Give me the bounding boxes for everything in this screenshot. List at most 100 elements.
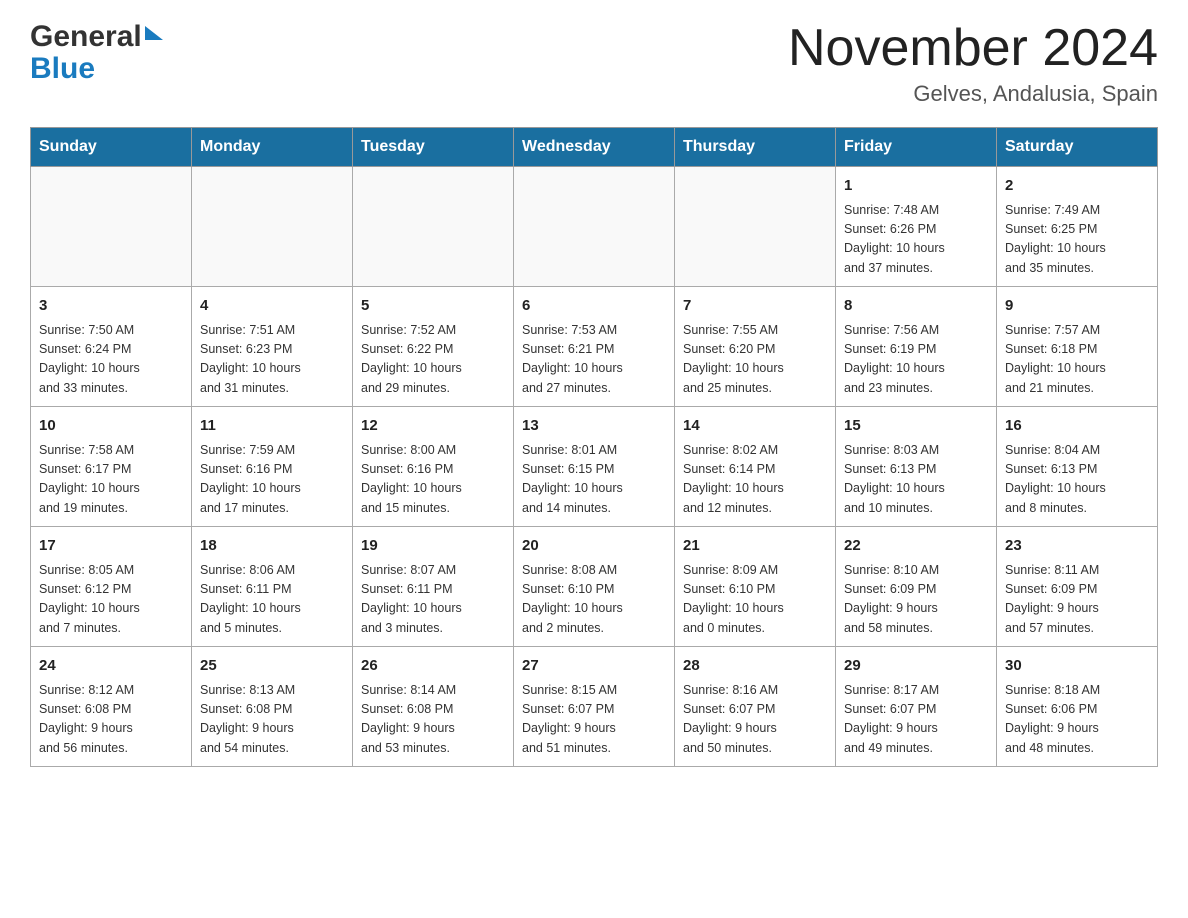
day-info: Sunrise: 7:52 AM Sunset: 6:22 PM Dayligh… — [361, 321, 505, 399]
calendar-day-cell: 23 Sunrise: 8:11 AM Sunset: 6:09 PM Dayli… — [997, 527, 1158, 647]
day-info: Sunrise: 7:50 AM Sunset: 6:24 PM Dayligh… — [39, 321, 183, 399]
page-header: General Blue November 2024 Gelves, Andal… — [30, 20, 1158, 107]
calendar-day-header: Friday — [836, 128, 997, 167]
calendar-week-row: 3 Sunrise: 7:50 AM Sunset: 6:24 PM Daylig… — [31, 287, 1158, 407]
day-info: Sunrise: 8:00 AM Sunset: 6:16 PM Dayligh… — [361, 441, 505, 519]
calendar-day-cell: 30Sunrise: 8:18 AM Sunset: 6:06 PM Dayli… — [997, 647, 1158, 767]
day-number: 17 — [39, 535, 183, 558]
day-info: Sunrise: 8:12 AM Sunset: 6:08 PM Dayligh… — [39, 681, 183, 759]
day-number: 21 — [683, 535, 827, 558]
logo-arrow-icon — [145, 26, 163, 40]
day-info: Sunrise: 7:48 AM Sunset: 6:26 PM Dayligh… — [844, 201, 988, 279]
calendar-day-cell: 29 Sunrise: 8:17 AM Sunset: 6:07 PM Dayli… — [836, 647, 997, 767]
day-info: Sunrise: 8:07 AM Sunset: 6:11 PM Dayligh… — [361, 561, 505, 639]
title-section: November 2024 Gelves, Andalusia, Spain — [788, 20, 1158, 107]
calendar-day-header: Sunday — [31, 128, 192, 167]
day-info: Sunrise: 8:01 AM Sunset: 6:15 PM Dayligh… — [522, 441, 666, 519]
day-number: 9 — [1005, 295, 1149, 318]
day-number: 1 — [844, 175, 988, 198]
day-number: 23 — [1005, 535, 1149, 558]
day-number: 26 — [361, 655, 505, 678]
calendar-week-row: 17 Sunrise: 8:05 AM Sunset: 6:12 PM Dayli… — [31, 527, 1158, 647]
day-info: Sunrise: 8:16 AM Sunset: 6:07 PM Dayligh… — [683, 681, 827, 759]
calendar-day-cell: 20 Sunrise: 8:08 AM Sunset: 6:10 PM Dayli… — [514, 527, 675, 647]
day-number: 14 — [683, 415, 827, 438]
calendar-day-cell: 7 Sunrise: 7:55 AM Sunset: 6:20 PM Daylig… — [675, 287, 836, 407]
calendar-day-cell: 24 Sunrise: 8:12 AM Sunset: 6:08 PM Dayli… — [31, 647, 192, 767]
day-info: Sunrise: 7:59 AM Sunset: 6:16 PM Dayligh… — [200, 441, 344, 519]
day-info: Sunrise: 8:03 AM Sunset: 6:13 PM Dayligh… — [844, 441, 988, 519]
day-info: Sunrise: 7:53 AM Sunset: 6:21 PM Dayligh… — [522, 321, 666, 399]
calendar-day-cell: 10 Sunrise: 7:58 AM Sunset: 6:17 PM Dayli… — [31, 407, 192, 527]
day-info: Sunrise: 7:57 AM Sunset: 6:18 PM Dayligh… — [1005, 321, 1149, 399]
calendar-day-cell: 5Sunrise: 7:52 AM Sunset: 6:22 PM Daylig… — [353, 287, 514, 407]
calendar-day-header: Monday — [192, 128, 353, 167]
day-info: Sunrise: 8:13 AM Sunset: 6:08 PM Dayligh… — [200, 681, 344, 759]
day-number: 28 — [683, 655, 827, 678]
calendar-day-cell: 13 Sunrise: 8:01 AM Sunset: 6:15 PM Dayli… — [514, 407, 675, 527]
day-info: Sunrise: 8:05 AM Sunset: 6:12 PM Dayligh… — [39, 561, 183, 639]
calendar-day-cell: 15 Sunrise: 8:03 AM Sunset: 6:13 PM Dayli… — [836, 407, 997, 527]
calendar-day-cell: 19Sunrise: 8:07 AM Sunset: 6:11 PM Dayli… — [353, 527, 514, 647]
calendar-day-cell: 12 Sunrise: 8:00 AM Sunset: 6:16 PM Dayli… — [353, 407, 514, 527]
calendar-day-cell: 3 Sunrise: 7:50 AM Sunset: 6:24 PM Daylig… — [31, 287, 192, 407]
calendar-day-header: Thursday — [675, 128, 836, 167]
day-info: Sunrise: 8:04 AM Sunset: 6:13 PM Dayligh… — [1005, 441, 1149, 519]
calendar-day-cell: 25 Sunrise: 8:13 AM Sunset: 6:08 PM Dayli… — [192, 647, 353, 767]
day-number: 29 — [844, 655, 988, 678]
day-number: 13 — [522, 415, 666, 438]
calendar-table: SundayMondayTuesdayWednesdayThursdayFrid… — [30, 127, 1158, 767]
day-info: Sunrise: 7:51 AM Sunset: 6:23 PM Dayligh… — [200, 321, 344, 399]
calendar-day-cell: 9 Sunrise: 7:57 AM Sunset: 6:18 PM Daylig… — [997, 287, 1158, 407]
day-number: 2 — [1005, 175, 1149, 198]
day-number: 10 — [39, 415, 183, 438]
day-number: 27 — [522, 655, 666, 678]
calendar-day-cell: 8Sunrise: 7:56 AM Sunset: 6:19 PM Daylig… — [836, 287, 997, 407]
day-info: Sunrise: 7:58 AM Sunset: 6:17 PM Dayligh… — [39, 441, 183, 519]
day-info: Sunrise: 8:10 AM Sunset: 6:09 PM Dayligh… — [844, 561, 988, 639]
calendar-day-cell: 22Sunrise: 8:10 AM Sunset: 6:09 PM Dayli… — [836, 527, 997, 647]
day-number: 7 — [683, 295, 827, 318]
day-info: Sunrise: 8:17 AM Sunset: 6:07 PM Dayligh… — [844, 681, 988, 759]
day-info: Sunrise: 7:55 AM Sunset: 6:20 PM Dayligh… — [683, 321, 827, 399]
day-info: Sunrise: 8:08 AM Sunset: 6:10 PM Dayligh… — [522, 561, 666, 639]
day-info: Sunrise: 8:06 AM Sunset: 6:11 PM Dayligh… — [200, 561, 344, 639]
day-info: Sunrise: 7:49 AM Sunset: 6:25 PM Dayligh… — [1005, 201, 1149, 279]
calendar-week-row: 10 Sunrise: 7:58 AM Sunset: 6:17 PM Dayli… — [31, 407, 1158, 527]
calendar-day-cell — [675, 167, 836, 287]
calendar-day-cell: 4 Sunrise: 7:51 AM Sunset: 6:23 PM Daylig… — [192, 287, 353, 407]
location-title: Gelves, Andalusia, Spain — [788, 81, 1158, 107]
calendar-day-cell: 28 Sunrise: 8:16 AM Sunset: 6:07 PM Dayli… — [675, 647, 836, 767]
calendar-day-cell: 14 Sunrise: 8:02 AM Sunset: 6:14 PM Dayli… — [675, 407, 836, 527]
day-number: 12 — [361, 415, 505, 438]
day-number: 15 — [844, 415, 988, 438]
calendar-week-row: 24 Sunrise: 8:12 AM Sunset: 6:08 PM Dayli… — [31, 647, 1158, 767]
calendar-day-cell: 16 Sunrise: 8:04 AM Sunset: 6:13 PM Dayli… — [997, 407, 1158, 527]
calendar-day-cell: 11 Sunrise: 7:59 AM Sunset: 6:16 PM Dayli… — [192, 407, 353, 527]
day-number: 25 — [200, 655, 344, 678]
day-number: 16 — [1005, 415, 1149, 438]
calendar-day-cell: 21 Sunrise: 8:09 AM Sunset: 6:10 PM Dayli… — [675, 527, 836, 647]
day-number: 18 — [200, 535, 344, 558]
logo-general-text: General — [30, 20, 142, 54]
calendar-day-cell: 1 Sunrise: 7:48 AM Sunset: 6:26 PM Daylig… — [836, 167, 997, 287]
logo: General Blue — [30, 20, 163, 86]
day-info: Sunrise: 8:14 AM Sunset: 6:08 PM Dayligh… — [361, 681, 505, 759]
day-info: Sunrise: 8:02 AM Sunset: 6:14 PM Dayligh… — [683, 441, 827, 519]
calendar-header-row: SundayMondayTuesdayWednesdayThursdayFrid… — [31, 128, 1158, 167]
day-number: 3 — [39, 295, 183, 318]
day-info: Sunrise: 8:11 AM Sunset: 6:09 PM Dayligh… — [1005, 561, 1149, 639]
calendar-day-cell — [31, 167, 192, 287]
calendar-day-cell — [514, 167, 675, 287]
calendar-day-cell: 26 Sunrise: 8:14 AM Sunset: 6:08 PM Dayli… — [353, 647, 514, 767]
calendar-day-header: Wednesday — [514, 128, 675, 167]
day-info: Sunrise: 8:09 AM Sunset: 6:10 PM Dayligh… — [683, 561, 827, 639]
calendar-week-row: 1 Sunrise: 7:48 AM Sunset: 6:26 PM Daylig… — [31, 167, 1158, 287]
day-number: 24 — [39, 655, 183, 678]
day-number: 4 — [200, 295, 344, 318]
calendar-day-header: Tuesday — [353, 128, 514, 167]
day-number: 11 — [200, 415, 344, 438]
day-number: 30 — [1005, 655, 1149, 678]
day-number: 20 — [522, 535, 666, 558]
day-number: 6 — [522, 295, 666, 318]
